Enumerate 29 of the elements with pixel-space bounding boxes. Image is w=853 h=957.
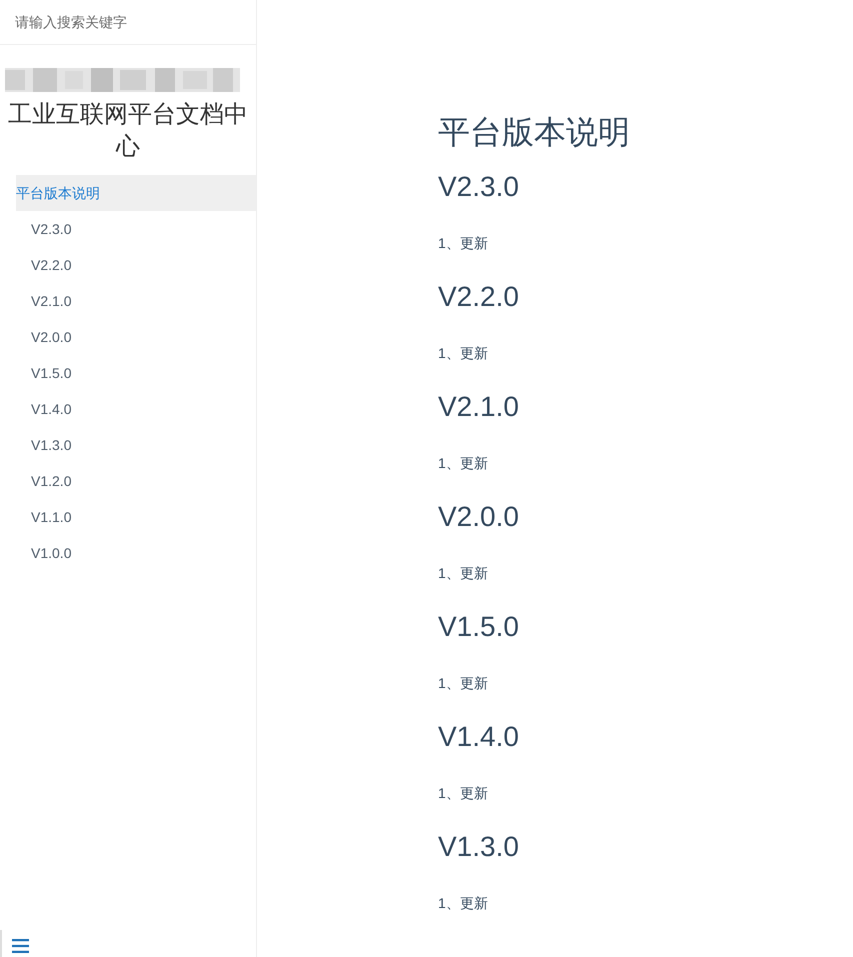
search-field[interactable]: 请输入搜索关键字 — [15, 14, 241, 30]
section-text: 1、更新 — [438, 344, 489, 363]
section-text: 1、更新 — [438, 454, 489, 473]
sidebar-item[interactable]: V1.5.0 — [16, 355, 256, 391]
section-text: 1、更新 — [438, 234, 489, 253]
section-heading: V2.2.0 — [438, 280, 520, 314]
sidebar-item[interactable]: V1.0.0 — [16, 535, 256, 571]
section-text: 1、更新 — [438, 564, 489, 583]
page-title: 平台版本说明 — [438, 113, 631, 152]
sidebar-item[interactable]: V2.3.0 — [16, 211, 256, 247]
section-text: 1、更新 — [438, 894, 489, 913]
section-heading: V2.3.0 — [438, 170, 520, 204]
menu-icon — [12, 939, 29, 953]
section-heading: V2.0.0 — [438, 500, 520, 534]
sidebar-item[interactable]: V1.4.0 — [16, 391, 256, 427]
sidebar-item[interactable]: V1.1.0 — [16, 499, 256, 535]
sidebar-item[interactable]: V2.0.0 — [16, 319, 256, 355]
section-heading: V1.4.0 — [438, 720, 520, 754]
sidebar-item[interactable]: 平台版本说明 — [16, 175, 256, 211]
sidebar-item[interactable]: V1.2.0 — [16, 463, 256, 499]
app-title: 工业互联网平台文档中心 — [7, 100, 249, 162]
section-heading: V1.5.0 — [438, 610, 520, 644]
section-heading: V1.3.0 — [438, 830, 520, 864]
section-text: 1、更新 — [438, 784, 489, 803]
sidebar-item[interactable]: V2.1.0 — [16, 283, 256, 319]
section-heading: V2.1.0 — [438, 390, 520, 424]
section-text: 1、更新 — [438, 674, 489, 693]
sidebar-item[interactable]: V2.2.0 — [16, 247, 256, 283]
sidebar-item[interactable]: V1.3.0 — [16, 427, 256, 463]
